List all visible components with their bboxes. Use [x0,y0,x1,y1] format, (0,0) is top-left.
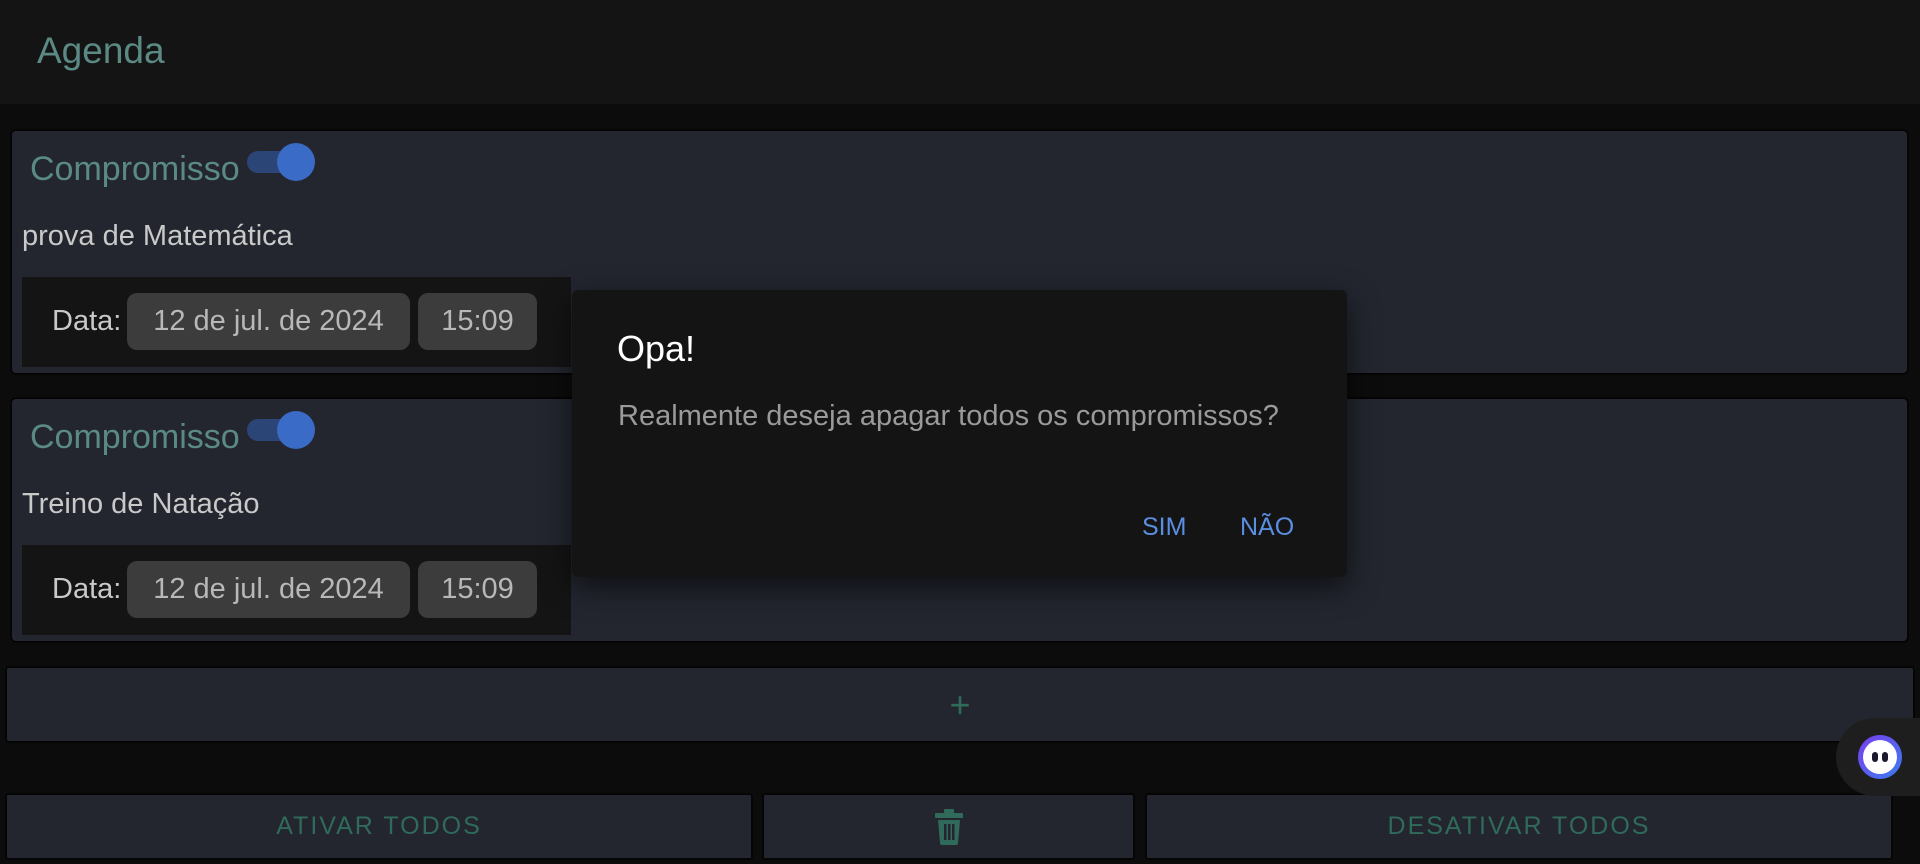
date-row: Data: 12 de jul. de 2024 15:09 [22,545,571,635]
appointment-description: prova de Matemática [22,220,293,252]
add-appointment-button[interactable]: + [5,666,1915,743]
assistant-button[interactable] [1836,718,1920,796]
time-picker[interactable]: 15:09 [418,293,537,350]
app-title: Agenda [37,30,165,71]
toggle-thumb [277,411,315,449]
dialog-confirm-button[interactable]: SIM [1136,508,1192,546]
date-picker[interactable]: 12 de jul. de 2024 [127,561,410,618]
confirm-dialog: Opa! Realmente deseja apagar todos os co… [572,290,1347,577]
app-header: Agenda [0,0,1920,104]
assistant-eye [1872,752,1878,762]
date-row: Data: 12 de jul. de 2024 15:09 [22,277,571,367]
toggle-thumb [277,143,315,181]
dialog-title: Opa! [617,328,696,369]
appointment-toggle[interactable] [247,409,317,449]
date-label: Data: [52,573,122,605]
assistant-eye [1882,752,1888,762]
date-picker[interactable]: 12 de jul. de 2024 [127,293,410,350]
trash-icon [934,808,963,845]
appointment-toggle[interactable] [247,141,317,181]
dialog-message: Realmente deseja apagar todos os comprom… [618,400,1279,432]
time-picker[interactable]: 15:09 [418,561,537,618]
appointment-title: Compromisso [30,150,240,188]
appointment-description: Treino de Natação [22,488,260,520]
dialog-cancel-button[interactable]: NÃO [1234,508,1300,546]
appointment-title: Compromisso [30,418,240,456]
delete-all-button[interactable] [762,793,1135,860]
date-label: Data: [52,305,122,337]
plus-icon: + [949,683,971,725]
activate-all-button[interactable]: ATIVAR TODOS [5,793,753,860]
deactivate-all-button[interactable]: DESATIVAR TODOS [1145,793,1893,860]
assistant-bot-icon [1858,735,1902,779]
assistant-face [1863,740,1897,774]
